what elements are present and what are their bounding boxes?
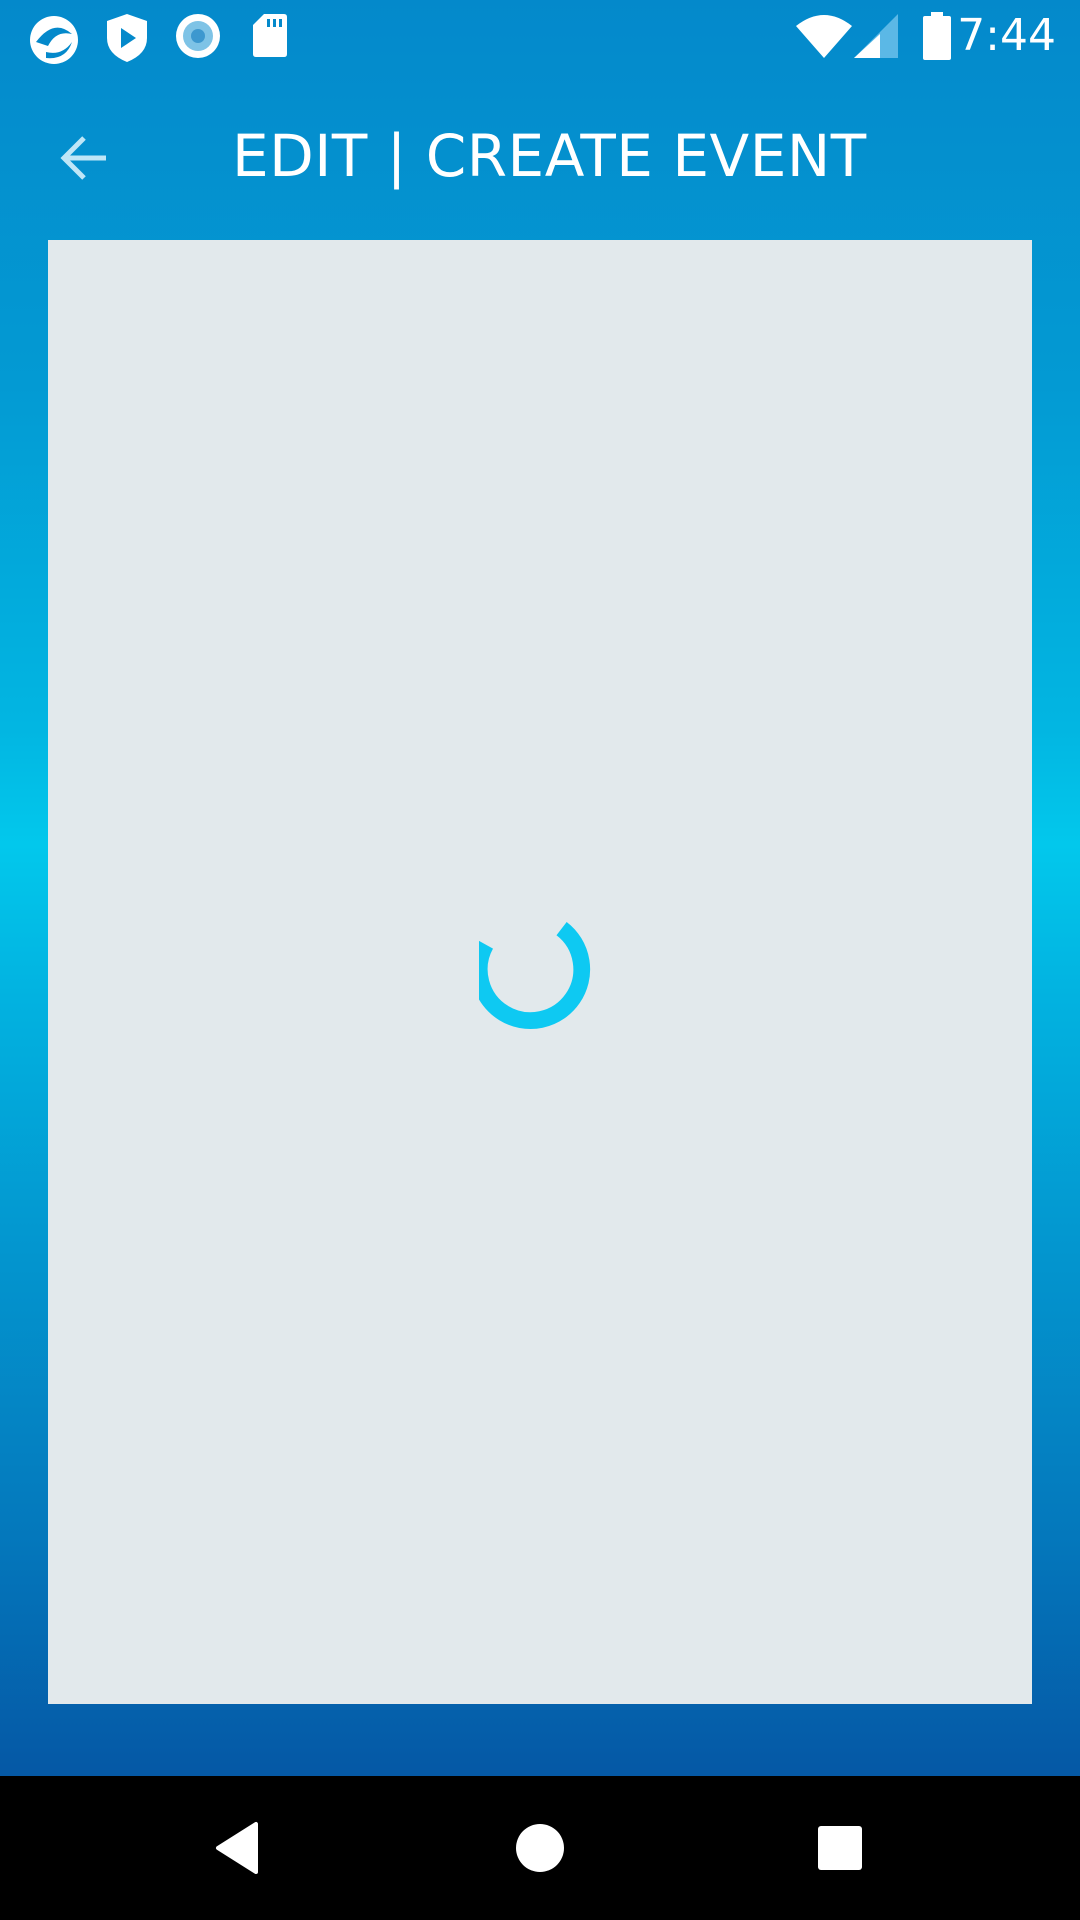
battery-icon — [923, 12, 951, 60]
sd-card-icon — [253, 14, 287, 57]
nav-recents-button[interactable] — [792, 1800, 888, 1896]
status-bar: 7:44 — [0, 0, 1080, 72]
back-button[interactable] — [44, 118, 124, 198]
cell-signal-icon — [854, 14, 898, 58]
wifi-icon — [796, 15, 852, 58]
arrow-left-icon — [60, 136, 106, 180]
back-triangle-icon — [216, 1822, 258, 1874]
record-icon — [176, 14, 220, 58]
app-logo-icon — [30, 16, 78, 64]
nav-home-button[interactable] — [492, 1800, 588, 1896]
content-card — [48, 240, 1032, 1704]
home-circle-icon — [516, 1824, 564, 1872]
navigation-bar — [0, 1776, 1080, 1920]
recents-square-icon — [818, 1826, 862, 1870]
nav-back-button[interactable] — [192, 1800, 288, 1896]
loading-spinner-icon — [479, 921, 591, 1029]
shield-play-icon — [107, 14, 147, 62]
app-bar: EDIT | CREATE EVENT — [0, 72, 1080, 240]
page-title: EDIT | CREATE EVENT — [232, 122, 867, 190]
status-clock: 7:44 — [957, 10, 1056, 61]
